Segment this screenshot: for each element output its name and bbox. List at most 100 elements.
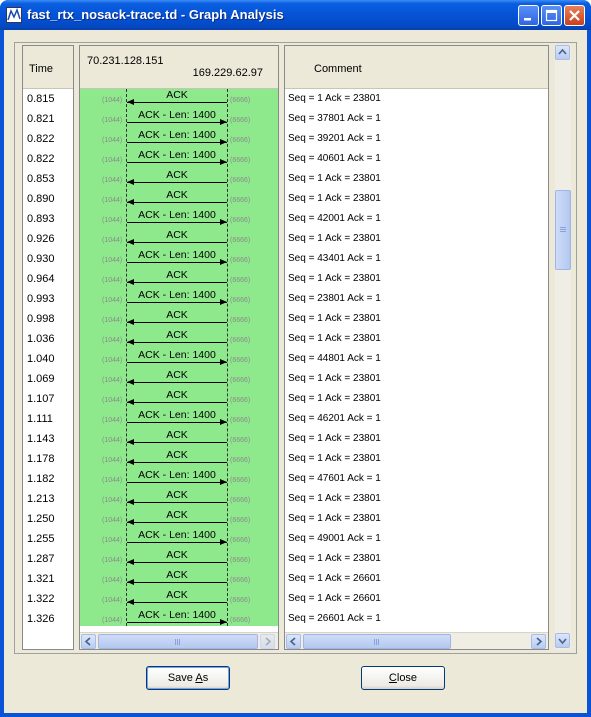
flow-row[interactable]: (1044) ACK (6666): [80, 389, 278, 409]
vertical-scroll-thumb[interactable]: [555, 190, 571, 270]
flow-row[interactable]: (1044) ACK (6666): [80, 489, 278, 509]
flow-row[interactable]: (1044) ACK - Len: 1400 (6666): [80, 129, 278, 149]
comment-cell[interactable]: Seq = 1 Ack = 23801: [285, 509, 548, 529]
time-cell[interactable]: 0.926: [23, 229, 73, 249]
time-cell[interactable]: 1.213: [23, 489, 73, 509]
flow-row[interactable]: (1044) ACK - Len: 1400 (6666): [80, 149, 278, 169]
scroll-up-button[interactable]: [555, 45, 570, 60]
comment-cell[interactable]: Seq = 1 Ack = 23801: [285, 229, 548, 249]
time-cell[interactable]: 0.964: [23, 269, 73, 289]
comment-cell[interactable]: Seq = 23801 Ack = 1: [285, 289, 548, 309]
flow-row[interactable]: (1044) ACK (6666): [80, 509, 278, 529]
time-cell[interactable]: 1.322: [23, 589, 73, 609]
comment-cell[interactable]: Seq = 1 Ack = 26601: [285, 569, 548, 589]
comment-cell[interactable]: Seq = 26601 Ack = 1: [285, 609, 548, 629]
flow-row[interactable]: (1044) ACK - Len: 1400 (6666): [80, 469, 278, 489]
time-cell[interactable]: 0.893: [23, 209, 73, 229]
flow-row[interactable]: (1044) ACK (6666): [80, 189, 278, 209]
flow-row[interactable]: (1044) ACK - Len: 1400 (6666): [80, 209, 278, 229]
comment-cell[interactable]: Seq = 1 Ack = 23801: [285, 449, 548, 469]
time-cell[interactable]: 0.821: [23, 109, 73, 129]
flow-graph[interactable]: (1044) ACK (6666) (1044) ACK - Len: 1400 (666…: [80, 89, 278, 626]
close-window-button[interactable]: [564, 5, 585, 26]
comment-cell[interactable]: Seq = 40601 Ack = 1: [285, 149, 548, 169]
flow-row[interactable]: (1044) ACK - Len: 1400 (6666): [80, 349, 278, 369]
comment-cell[interactable]: Seq = 1 Ack = 23801: [285, 269, 548, 289]
graph-panel[interactable]: 70.231.128.151 169.229.62.97 (1044) ACK (6…: [79, 45, 279, 650]
scroll-down-button[interactable]: [555, 633, 570, 648]
comment-cell[interactable]: Seq = 49001 Ack = 1: [285, 529, 548, 549]
flow-row[interactable]: (1044) ACK (6666): [80, 269, 278, 289]
comment-cell[interactable]: Seq = 39201 Ack = 1: [285, 129, 548, 149]
comment-column-panel[interactable]: Comment Seq = 1 Ack = 23801 Seq = 37801 A…: [284, 45, 549, 650]
flow-row[interactable]: (1044) ACK (6666): [80, 89, 278, 109]
time-cell[interactable]: 1.040: [23, 349, 73, 369]
time-cell[interactable]: 0.993: [23, 289, 73, 309]
time-cell[interactable]: 1.036: [23, 329, 73, 349]
graph-horizontal-scrollbar[interactable]: [80, 632, 278, 649]
time-cell[interactable]: 1.321: [23, 569, 73, 589]
graph-scroll-right-button[interactable]: [260, 634, 275, 649]
comment-cell[interactable]: Seq = 1 Ack = 23801: [285, 189, 548, 209]
vertical-scrollbar[interactable]: [555, 45, 571, 650]
comment-cell[interactable]: Seq = 44801 Ack = 1: [285, 349, 548, 369]
time-cell[interactable]: 0.998: [23, 309, 73, 329]
time-cell[interactable]: 1.287: [23, 549, 73, 569]
comment-scroll-thumb[interactable]: [303, 634, 451, 649]
time-cell[interactable]: 1.250: [23, 509, 73, 529]
time-cell[interactable]: 1.069: [23, 369, 73, 389]
flow-row[interactable]: (1044) ACK - Len: 1400 (6666): [80, 289, 278, 309]
comment-scroll-left-button[interactable]: [286, 634, 301, 649]
time-cell[interactable]: 0.890: [23, 189, 73, 209]
close-button[interactable]: Close: [361, 666, 445, 690]
graph-analysis-app-icon[interactable]: [6, 7, 22, 23]
comment-cell[interactable]: Seq = 1 Ack = 23801: [285, 429, 548, 449]
time-cell[interactable]: 1.182: [23, 469, 73, 489]
comment-cell[interactable]: Seq = 1 Ack = 23801: [285, 169, 548, 189]
comment-scroll-right-button[interactable]: [531, 634, 546, 649]
comment-cell[interactable]: Seq = 1 Ack = 23801: [285, 89, 548, 109]
time-cell[interactable]: 0.815: [23, 89, 73, 109]
time-cell[interactable]: 1.143: [23, 429, 73, 449]
flow-row[interactable]: (1044) ACK (6666): [80, 569, 278, 589]
flow-row[interactable]: (1044) ACK (6666): [80, 589, 278, 609]
maximize-button[interactable]: [541, 5, 562, 26]
comment-horizontal-scrollbar[interactable]: [285, 632, 548, 649]
flow-row[interactable]: (1044) ACK - Len: 1400 (6666): [80, 249, 278, 269]
flow-row[interactable]: (1044) ACK - Len: 1400 (6666): [80, 109, 278, 129]
flow-row[interactable]: (1044) ACK (6666): [80, 329, 278, 349]
graph-scroll-thumb[interactable]: [98, 634, 258, 649]
comment-cell[interactable]: Seq = 1 Ack = 23801: [285, 389, 548, 409]
graph-scroll-left-button[interactable]: [81, 634, 96, 649]
flow-row[interactable]: (1044) ACK - Len: 1400 (6666): [80, 409, 278, 429]
time-cell[interactable]: 1.326: [23, 609, 73, 629]
time-cell[interactable]: 0.822: [23, 149, 73, 169]
flow-row[interactable]: (1044) ACK (6666): [80, 549, 278, 569]
comment-cell[interactable]: Seq = 1 Ack = 23801: [285, 309, 548, 329]
comment-cell[interactable]: Seq = 1 Ack = 23801: [285, 489, 548, 509]
flow-row[interactable]: (1044) ACK (6666): [80, 429, 278, 449]
time-cell[interactable]: 1.255: [23, 529, 73, 549]
time-cell[interactable]: 0.822: [23, 129, 73, 149]
flow-row[interactable]: (1044) ACK (6666): [80, 229, 278, 249]
flow-row[interactable]: (1044) ACK - Len: 1400 (6666): [80, 609, 278, 626]
comment-cell[interactable]: Seq = 37801 Ack = 1: [285, 109, 548, 129]
time-column-panel[interactable]: Time 0.815 0.821 0.822 0.822 0.853 0.890 0.893…: [22, 45, 74, 650]
time-cell[interactable]: 1.111: [23, 409, 73, 429]
flow-row[interactable]: (1044) ACK - Len: 1400 (6666): [80, 529, 278, 549]
time-cell[interactable]: 0.930: [23, 249, 73, 269]
comment-cell[interactable]: Seq = 42001 Ack = 1: [285, 209, 548, 229]
comment-cell[interactable]: Seq = 1 Ack = 23801: [285, 329, 548, 349]
comment-cell[interactable]: Seq = 1 Ack = 23801: [285, 369, 548, 389]
title-bar[interactable]: fast_rtx_nosack-trace.td - Graph Analysi…: [0, 0, 591, 30]
flow-row[interactable]: (1044) ACK (6666): [80, 369, 278, 389]
time-cell[interactable]: 0.853: [23, 169, 73, 189]
flow-row[interactable]: (1044) ACK (6666): [80, 309, 278, 329]
flow-row[interactable]: (1044) ACK (6666): [80, 169, 278, 189]
comment-cell[interactable]: Seq = 43401 Ack = 1: [285, 249, 548, 269]
comment-cell[interactable]: Seq = 1 Ack = 23801: [285, 549, 548, 569]
save-as-button[interactable]: Save As: [146, 666, 230, 690]
comment-cell[interactable]: Seq = 47601 Ack = 1: [285, 469, 548, 489]
comment-cell[interactable]: Seq = 46201 Ack = 1: [285, 409, 548, 429]
comment-cell[interactable]: Seq = 1 Ack = 26601: [285, 589, 548, 609]
